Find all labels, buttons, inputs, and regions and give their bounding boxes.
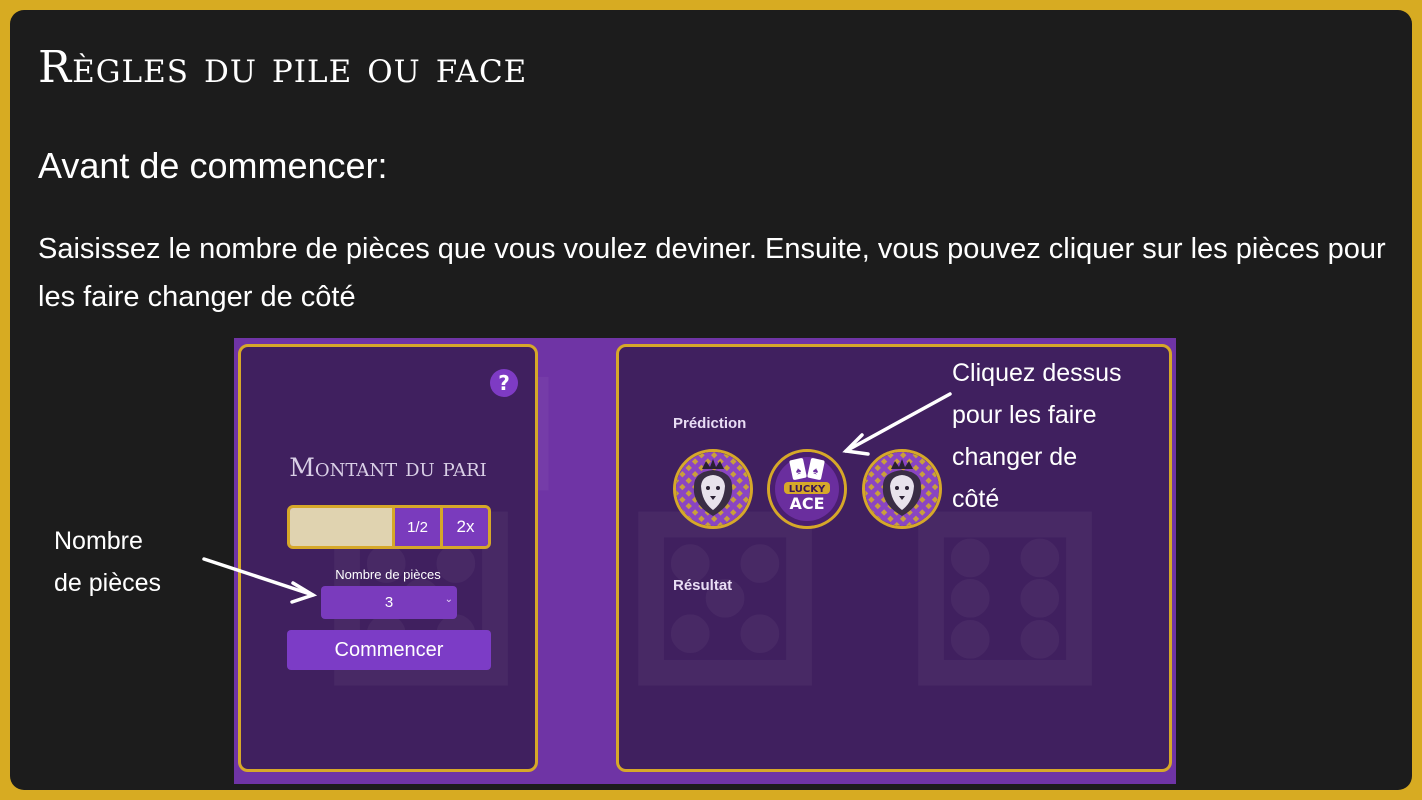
count-annotation: Nombre de pièces	[54, 520, 161, 604]
bet-panel: ⚃ ⚄ ? Montant du pari 1/2 2x Nombre de p…	[238, 344, 538, 772]
lion-icon	[676, 452, 750, 526]
coins-annotation-line: côté	[952, 485, 1000, 513]
chevron-down-icon: ⌄	[444, 594, 453, 605]
double-bet-button[interactable]: 2x	[440, 508, 488, 546]
slide-subtitle: Avant de commencer:	[38, 145, 388, 186]
result-label: Résultat	[673, 577, 733, 594]
count-annotation-line: de pièces	[54, 569, 162, 597]
coins-annotation-line: Cliquez dessus	[952, 359, 1122, 387]
bet-amount-input[interactable]	[290, 508, 392, 546]
coins-count-value: 3	[384, 594, 394, 611]
bet-amount-group: 1/2 2x	[287, 505, 491, 549]
slide-title: Règles du pile ou face	[38, 42, 528, 93]
coins-annotation-line: changer de	[952, 443, 1078, 471]
lion-icon	[865, 452, 939, 526]
prediction-label: Prédiction	[673, 415, 747, 432]
coin-text-bottom: ACE	[789, 494, 824, 513]
coins-annotation: Cliquez dessus pour les faire changer de…	[952, 352, 1122, 520]
count-annotation-line: Nombre	[54, 527, 143, 555]
slide-description: Saisissez le nombre de pièces que vous v…	[38, 233, 1386, 313]
slide: Règles du pile ou face Avant de commence…	[10, 10, 1412, 790]
coins-annotation-line: pour les faire	[952, 401, 1097, 429]
lucky-ace-icon: ♠ ♠ LUCKY ACE	[770, 452, 844, 526]
bet-title: Montant du pari	[289, 453, 487, 482]
coin-lion-2[interactable]	[862, 449, 942, 529]
help-icon[interactable]: ?	[490, 369, 518, 397]
coins-count-select[interactable]: 3 ⌄	[321, 586, 457, 619]
start-button[interactable]: Commencer	[287, 630, 491, 670]
coin-lion-1[interactable]	[673, 449, 753, 529]
half-bet-button[interactable]: 1/2	[392, 508, 440, 546]
coin-lucky-ace[interactable]: ♠ ♠ LUCKY ACE	[767, 449, 847, 529]
coins-count-label: Nombre de pièces	[335, 567, 441, 582]
